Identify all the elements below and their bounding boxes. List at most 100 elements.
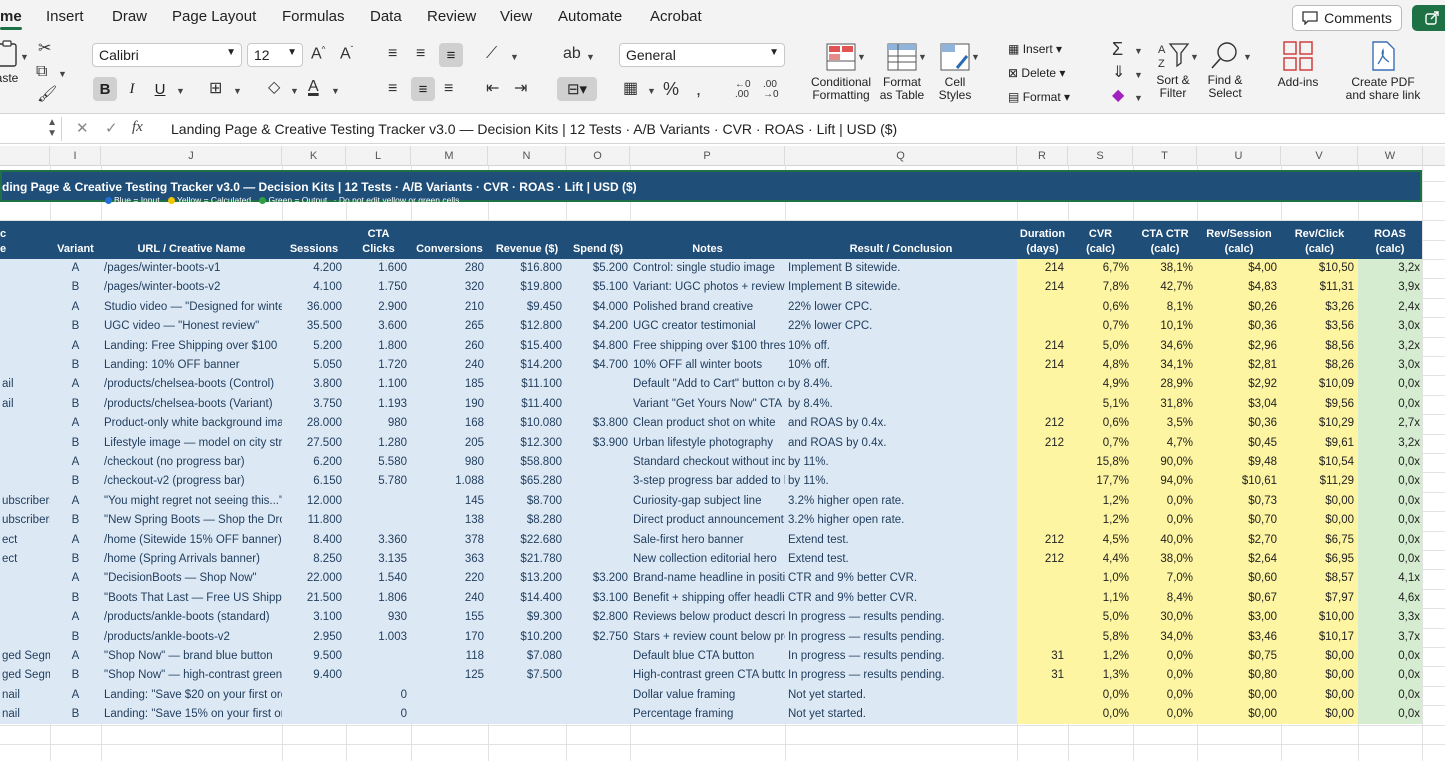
cell-v[interactable]: $9,61 [1281,434,1358,453]
cell-t[interactable]: 40,0% [1133,531,1197,550]
cell-p[interactable]: Sale-first hero banner [630,531,785,550]
cell-l[interactable]: 0 [346,705,411,724]
cell-h[interactable] [0,569,50,588]
delete-cells-button[interactable]: ⊠ Delete ▾ [1008,66,1065,80]
cell-m[interactable]: 220 [411,569,488,588]
cell-t[interactable]: 0,0% [1133,705,1197,724]
tab-formulas[interactable]: Formulas [282,8,345,25]
cell-j[interactable]: /checkout-v2 (progress bar) [101,472,282,491]
cell-r[interactable] [1017,298,1068,317]
column-header-p[interactable]: P [630,146,785,166]
cell-v[interactable]: $10,00 [1281,608,1358,627]
cell-r[interactable] [1017,511,1068,530]
cell-m[interactable]: 155 [411,608,488,627]
cell-l[interactable] [346,666,411,685]
cell-n[interactable]: $10.200 [488,628,566,647]
chevron-down-icon[interactable]: ▼ [58,69,67,79]
cell-r[interactable]: 212 [1017,434,1068,453]
cell-n[interactable]: $12.300 [488,434,566,453]
cell-o[interactable]: $3.800 [566,414,630,433]
cell-p[interactable]: New collection editorial hero [630,550,785,569]
cell-w[interactable]: 3,2x [1358,434,1422,453]
cell-j[interactable]: "Shop Now" — brand blue button [101,647,282,666]
tab-draw[interactable]: Draw [112,8,147,25]
cell-v[interactable]: $0,00 [1281,492,1358,511]
cell-l[interactable] [346,647,411,666]
cell-w[interactable]: 3,7x [1358,628,1422,647]
cell-p[interactable]: 3-step progress bar added to he [630,472,785,491]
cell-h[interactable] [0,298,50,317]
cell-l[interactable]: 1.720 [346,356,411,375]
cell-n[interactable]: $14.200 [488,356,566,375]
cell-q[interactable]: Implement B sitewide. [785,259,1017,278]
tab-home[interactable]: me [0,8,22,30]
tab-view[interactable]: View [500,8,532,25]
cell-o[interactable]: $4.700 [566,356,630,375]
cell-u[interactable]: $4,00 [1197,259,1281,278]
cell-h[interactable]: ail [0,395,50,414]
cell-u[interactable]: $0,36 [1197,414,1281,433]
cell-u[interactable]: $2,92 [1197,375,1281,394]
cell-v[interactable]: $0,00 [1281,666,1358,685]
cell-l[interactable] [346,511,411,530]
cell-n[interactable]: $22.680 [488,531,566,550]
cell-o[interactable] [566,511,630,530]
cell-t[interactable]: 10,1% [1133,317,1197,336]
cell-h[interactable] [0,472,50,491]
cell-h[interactable] [0,453,50,472]
align-bottom-icon[interactable]: ≡ [439,43,463,67]
cell-w[interactable]: 2,4x [1358,298,1422,317]
cell-i[interactable]: B [50,434,101,453]
cell-k[interactable]: 5.200 [282,337,346,356]
cell-q[interactable]: by 8.4%. [785,395,1017,414]
chevron-down-icon[interactable]: ▼ [290,86,299,96]
accounting-format-icon[interactable]: ▦ [623,81,638,97]
cell-w[interactable]: 0,0x [1358,511,1422,530]
share-button[interactable] [1412,5,1445,31]
cell-m[interactable]: 260 [411,337,488,356]
cell-w[interactable]: 0,0x [1358,375,1422,394]
cell-u[interactable]: $0,60 [1197,569,1281,588]
cell-k[interactable] [282,686,346,705]
cell-t[interactable]: 0,0% [1133,511,1197,530]
cell-h[interactable]: ubscribers [0,492,50,511]
cell-k[interactable]: 3.800 [282,375,346,394]
chevron-down-icon[interactable]: ▼ [586,52,595,62]
cell-i[interactable]: B [50,666,101,685]
cell-q[interactable]: by 11%. [785,453,1017,472]
cell-t[interactable]: 8,1% [1133,298,1197,317]
cell-w[interactable]: 3,3x [1358,608,1422,627]
cell-p[interactable]: Default blue CTA button [630,647,785,666]
cell-m[interactable]: 190 [411,395,488,414]
align-middle-icon[interactable]: ≡ [416,46,425,62]
cell-u[interactable]: $9,48 [1197,453,1281,472]
cell-o[interactable]: $3.200 [566,569,630,588]
cell-m[interactable]: 185 [411,375,488,394]
cell-w[interactable]: 0,0x [1358,472,1422,491]
cell-w[interactable]: 3,9x [1358,278,1422,297]
cell-u[interactable]: $2,96 [1197,337,1281,356]
cell-j[interactable]: Landing: Free Shipping over $100 [101,337,282,356]
increase-decimal-icon[interactable]: ←0.00 [735,80,751,100]
cell-i[interactable]: A [50,531,101,550]
cell-n[interactable]: $13.200 [488,569,566,588]
cell-i[interactable]: A [50,647,101,666]
cell-r[interactable] [1017,589,1068,608]
cell-m[interactable]: 240 [411,356,488,375]
cell-i[interactable]: B [50,705,101,724]
cell-i[interactable]: A [50,414,101,433]
align-center-icon[interactable]: ≡ [411,77,435,101]
cell-o[interactable] [566,705,630,724]
align-left-icon[interactable]: ≡ [388,81,397,97]
cell-h[interactable] [0,608,50,627]
cell-o[interactable]: $5.100 [566,278,630,297]
cell-t[interactable]: 0,0% [1133,647,1197,666]
cell-w[interactable]: 0,0x [1358,550,1422,569]
cell-h[interactable] [0,259,50,278]
cell-q[interactable]: CTR and 9% better CVR. [785,589,1017,608]
cell-o[interactable] [566,492,630,511]
cell-u[interactable]: $0,67 [1197,589,1281,608]
find-select-button[interactable]: Find & Select [1200,40,1250,100]
cell-p[interactable]: Default "Add to Cart" button co [630,375,785,394]
cell-k[interactable]: 36.000 [282,298,346,317]
